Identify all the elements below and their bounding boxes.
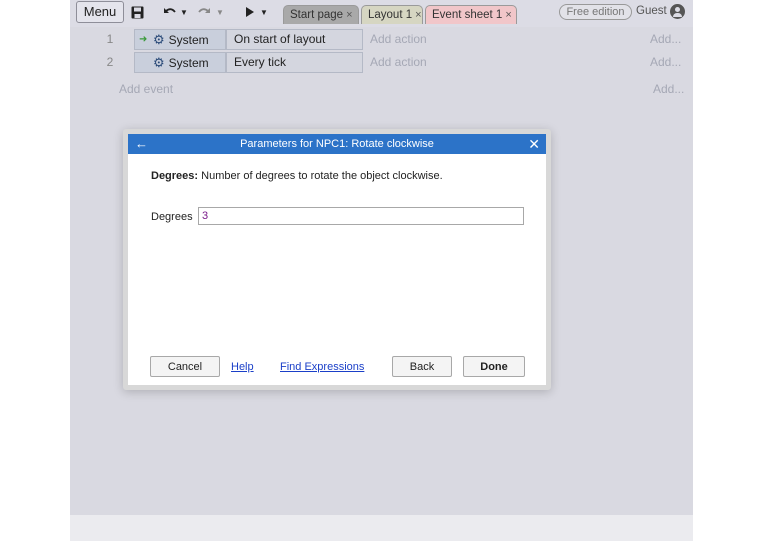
trigger-arrow-icon: ➜	[139, 34, 148, 45]
tab-close-icon[interactable]: ×	[505, 9, 511, 21]
event-object[interactable]: ➜ ⚙ System	[134, 29, 226, 50]
tab-close-icon[interactable]: ×	[415, 9, 421, 21]
edition-badge[interactable]: Free edition	[559, 4, 632, 20]
event-number: 2	[106, 55, 114, 69]
user-icon[interactable]	[670, 4, 685, 19]
add-more-link[interactable]: Add...	[650, 55, 681, 69]
undo-icon[interactable]	[162, 3, 178, 21]
parameter-name: Degrees:	[151, 170, 199, 182]
event-row[interactable]: 1 ➜ ⚙ System On start of layout Add acti…	[70, 29, 693, 50]
add-event-more-link[interactable]: Add...	[653, 82, 684, 96]
toolbar: Menu ▼ ▼ ▼ Start page × Layout 1 × Event s…	[70, 0, 693, 27]
tab-label: Event sheet 1	[432, 9, 503, 21]
tab-label: Start page	[290, 9, 344, 21]
add-action-link[interactable]: Add action	[370, 32, 427, 46]
tab-layout-1[interactable]: Layout 1 ×	[361, 5, 423, 24]
tab-event-sheet-1[interactable]: Event sheet 1 ×	[425, 5, 517, 24]
dialog-title-bar: ← Parameters for NPC1: Rotate clockwise …	[128, 134, 546, 154]
add-action-link[interactable]: Add action	[370, 55, 427, 69]
dialog-title: Parameters for NPC1: Rotate clockwise	[240, 138, 434, 150]
back-arrow-icon[interactable]: ←	[135, 134, 148, 154]
close-icon[interactable]: ✕	[528, 134, 540, 154]
parameter-description: Degrees: Number of degrees to rotate the…	[151, 170, 443, 182]
object-name: System	[168, 32, 209, 47]
tab-close-icon[interactable]: ×	[346, 9, 352, 21]
menu-button[interactable]: Menu	[76, 1, 124, 23]
add-event-link[interactable]: Add event	[119, 82, 173, 96]
redo-icon[interactable]	[196, 3, 212, 21]
user-label[interactable]: Guest	[636, 5, 667, 17]
event-row[interactable]: 2 ⚙ System Every tick Add action Add...	[70, 52, 693, 73]
gear-icon: ⚙	[153, 31, 165, 47]
help-link[interactable]: Help	[231, 361, 254, 373]
degrees-input[interactable]	[198, 207, 524, 225]
object-name: System	[168, 55, 209, 70]
bottom-strip	[70, 515, 693, 541]
tab-label: Layout 1	[368, 9, 413, 21]
event-condition[interactable]: Every tick	[226, 52, 363, 73]
degrees-label: Degrees	[151, 211, 193, 223]
cancel-button[interactable]: Cancel	[150, 356, 220, 377]
gear-icon: ⚙	[153, 54, 165, 70]
undo-dropdown-icon[interactable]: ▼	[180, 3, 188, 21]
play-icon[interactable]	[244, 3, 256, 21]
save-icon[interactable]	[129, 3, 145, 21]
add-more-link[interactable]: Add...	[650, 32, 681, 46]
back-button[interactable]: Back	[392, 356, 452, 377]
event-number: 1	[106, 32, 114, 46]
play-dropdown-icon[interactable]: ▼	[260, 3, 268, 21]
tab-start-page[interactable]: Start page ×	[283, 5, 359, 24]
done-button[interactable]: Done	[463, 356, 525, 377]
find-expressions-link[interactable]: Find Expressions	[280, 361, 364, 373]
redo-dropdown-icon[interactable]: ▼	[216, 3, 224, 21]
event-condition[interactable]: On start of layout	[226, 29, 363, 50]
parameter-help-text: Number of degrees to rotate the object c…	[201, 170, 443, 182]
parameters-dialog: ← Parameters for NPC1: Rotate clockwise …	[123, 129, 551, 390]
event-object[interactable]: ⚙ System	[134, 52, 226, 73]
